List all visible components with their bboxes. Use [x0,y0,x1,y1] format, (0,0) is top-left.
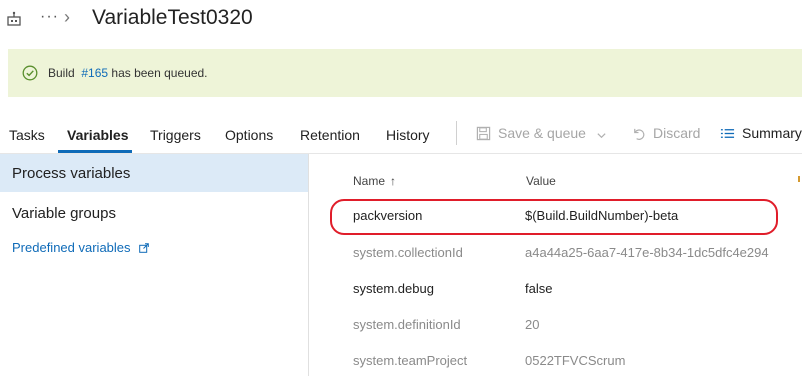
list-icon [720,129,735,138]
tab-variables[interactable]: Variables [67,127,129,143]
external-link-icon [139,243,149,253]
sort-ascending-icon: ↑ [390,174,397,188]
toolbar-divider [456,121,457,145]
panel-divider [308,154,309,376]
scroll-edge-marker [798,176,800,182]
save-icon [476,126,491,141]
banner-suffix: has been queued. [111,66,208,80]
variable-value-cell: a4a44a25-6aa7-417e-8b34-1dc5dfc4e294 [525,245,769,260]
column-header-value[interactable]: Value [526,174,556,188]
column-header-name[interactable]: Name ↑ [353,174,396,188]
page-title: VariableTest0320 [92,6,253,29]
variable-value-cell: 0522TFVCScrum [525,353,626,368]
banner-prefix: Build [48,66,75,80]
predefined-variables-link[interactable]: Predefined variables [12,240,149,255]
variable-name-cell[interactable]: system.debug [353,281,434,296]
save-and-queue-label: Save & queue [498,125,586,141]
variable-name-cell: system.teamProject [353,353,468,368]
variable-value-cell: 20 [525,317,540,332]
tab-retention[interactable]: Retention [300,127,360,143]
breadcrumb-more-button[interactable]: ··· [40,8,59,26]
column-name-label: Name [353,174,386,188]
tab-tasks[interactable]: Tasks [9,127,45,143]
build-pipeline-icon[interactable] [6,11,22,27]
nav-item-variable-groups[interactable]: Variable groups [12,205,116,222]
variable-value-cell[interactable]: false [525,281,552,296]
breadcrumb-chevron-icon: › [64,7,70,27]
success-check-icon [22,65,38,81]
variable-name-cell: system.definitionId [353,317,461,332]
chevron-down-icon [597,133,606,139]
highlight-annotation [330,199,778,235]
tab-history[interactable]: History [386,127,430,143]
summary-label: Summary [742,125,802,141]
variable-name-cell: system.collectionId [353,245,463,260]
build-number-link[interactable]: #165 [81,66,108,80]
discard-label: Discard [653,125,701,141]
undo-icon [634,128,645,140]
predefined-variables-label: Predefined variables [12,240,131,255]
banner-message: Build #165 has been queued. [48,66,208,80]
tab-triggers[interactable]: Triggers [150,127,201,143]
save-and-queue-button[interactable]: Save & queue [476,125,607,141]
discard-button[interactable]: Discard [631,125,700,141]
tab-options[interactable]: Options [225,127,273,143]
nav-process-variables-label: Process variables [12,165,131,182]
summary-button[interactable]: Summary [720,125,802,141]
